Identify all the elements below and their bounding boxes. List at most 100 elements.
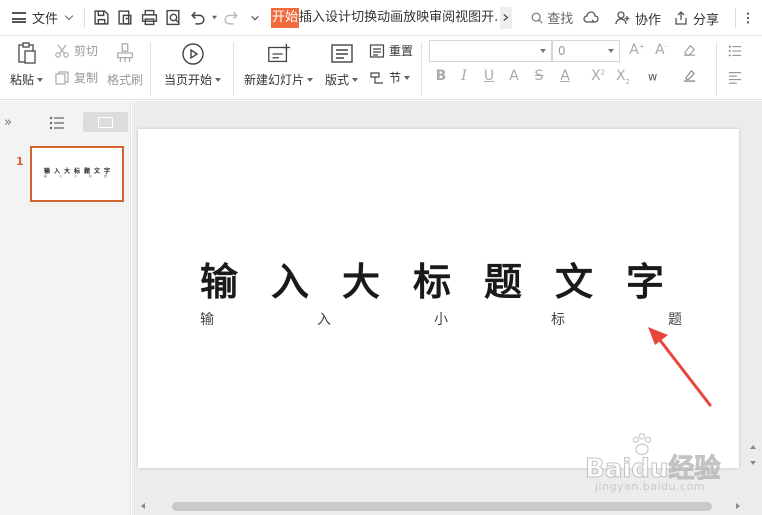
- play-circle-icon: [181, 43, 204, 65]
- tab-insert[interactable]: 插入: [299, 8, 325, 28]
- redo-icon[interactable]: [220, 7, 242, 29]
- italic-icon[interactable]: I: [455, 68, 473, 84]
- search-box[interactable]: 查找: [530, 8, 573, 27]
- increase-font-icon[interactable]: A+: [628, 42, 646, 58]
- scroll-down-icon[interactable]: [750, 461, 756, 465]
- new-slide-button[interactable]: 新建幻灯片: [244, 42, 314, 88]
- play-from-current-label: 当页开始: [164, 71, 222, 88]
- chevron-down-icon[interactable]: [210, 7, 218, 29]
- layout-icon: [330, 44, 353, 63]
- bullet-list-icon[interactable]: [726, 44, 744, 62]
- file-menu-label: 文件: [32, 12, 59, 27]
- reset-label: 重置: [389, 44, 414, 58]
- collaborate-button[interactable]: 协作: [615, 9, 661, 28]
- font-color-icon[interactable]: A: [556, 68, 574, 84]
- font-size-dropdown[interactable]: 0: [552, 40, 620, 62]
- share-icon: [675, 11, 687, 25]
- export-pdf-icon[interactable]: [114, 7, 136, 29]
- cloud-sync-button[interactable]: [583, 10, 603, 26]
- bold-icon[interactable]: B: [432, 68, 450, 84]
- copy-button[interactable]: 复制: [54, 69, 98, 86]
- reset-icon: [369, 43, 385, 58]
- layout-button[interactable]: 版式: [325, 42, 359, 88]
- divider: [233, 42, 234, 96]
- tab-developer[interactable]: 开.: [481, 8, 498, 28]
- tab-design[interactable]: 设计: [325, 8, 351, 28]
- thumbnail-subtitle: 输入小标题: [44, 174, 120, 178]
- paste-label: 粘贴: [10, 71, 44, 88]
- scroll-left-icon[interactable]: [141, 503, 145, 509]
- superscript-icon[interactable]: X2: [589, 68, 607, 84]
- font-size-value: 0: [558, 44, 566, 58]
- cut-button[interactable]: 剪切: [54, 42, 98, 59]
- new-slide-label: 新建幻灯片: [244, 71, 314, 88]
- vertical-scrollbar[interactable]: [744, 101, 762, 497]
- slide-number: 1: [16, 155, 24, 168]
- highlight-color-icon[interactable]: [680, 68, 698, 87]
- divider: [716, 42, 717, 96]
- slide-view-icon: [98, 116, 113, 128]
- more-options-button[interactable]: [746, 11, 754, 25]
- share-label: 分享: [692, 12, 719, 28]
- print-icon[interactable]: [138, 7, 160, 29]
- layout-label: 版式: [325, 71, 359, 88]
- hamburger-icon: [12, 12, 26, 23]
- section-button[interactable]: 节: [369, 69, 411, 86]
- tab-transitions[interactable]: 切换: [351, 8, 377, 28]
- slides-view-button[interactable]: [83, 112, 128, 132]
- align-left-icon[interactable]: [726, 70, 744, 88]
- collapse-panel-icon[interactable]: »: [4, 115, 12, 130]
- baidu-watermark: Baidu经验 jingyan.baidu.com: [584, 433, 725, 500]
- new-slide-icon: [267, 43, 290, 63]
- more-vertical-icon: [746, 12, 750, 24]
- tab-view[interactable]: 视图: [455, 8, 481, 28]
- font-name-dropdown[interactable]: [429, 40, 552, 62]
- tab-animations[interactable]: 动画: [377, 8, 403, 28]
- strikethrough-icon[interactable]: S: [530, 68, 548, 84]
- outline-view-icon[interactable]: [48, 115, 66, 131]
- divider: [150, 42, 151, 96]
- section-label: 节: [389, 69, 411, 86]
- scroll-up-icon[interactable]: [750, 445, 756, 449]
- scroll-right-icon[interactable]: [736, 503, 740, 509]
- ribbon-tabs: 开始 插入 设计 切换 动画 放映 审阅 视图 开.: [271, 0, 513, 36]
- scrollbar-thumb[interactable]: [172, 502, 712, 511]
- customize-toolbar-icon[interactable]: [244, 7, 266, 29]
- tab-home[interactable]: 开始: [271, 7, 300, 28]
- text-outline-icon[interactable]: A: [505, 68, 523, 84]
- watermark-sub-text: jingyan.baidu.com: [595, 480, 706, 493]
- slide-panel: » 1 输入大标题文字 输入小标题: [0, 101, 131, 515]
- decrease-font-icon[interactable]: A-: [652, 42, 670, 58]
- chevron-down-icon: [64, 11, 74, 21]
- copy-label: 复制: [74, 71, 99, 85]
- file-menu[interactable]: 文件: [0, 0, 80, 36]
- phonetic-guide-icon[interactable]: w: [646, 68, 664, 87]
- format-painter-label: 格式刷: [107, 73, 144, 87]
- print-preview-icon[interactable]: [162, 7, 184, 29]
- slide[interactable]: 输入大标题文字 输入小标题: [138, 129, 739, 468]
- search-icon: [531, 12, 543, 24]
- search-label: 查找: [547, 12, 574, 27]
- undo-icon[interactable]: [186, 7, 208, 29]
- collaborate-label: 协作: [634, 12, 661, 28]
- scissors-icon: [55, 44, 69, 58]
- clear-format-icon[interactable]: [680, 42, 698, 61]
- subscript-icon[interactable]: X2: [614, 68, 632, 86]
- paste-button[interactable]: 粘贴: [10, 40, 44, 88]
- ribbon: 粘贴 剪切 复制 格式刷 当页开始 新建幻灯片 版式 重置 节 0 A+ A- …: [0, 36, 762, 100]
- reset-button[interactable]: 重置: [369, 42, 413, 59]
- red-arrow-annotation: [648, 327, 712, 407]
- cut-label: 剪切: [74, 44, 99, 58]
- save-icon[interactable]: [90, 7, 112, 29]
- share-button[interactable]: 分享: [673, 9, 719, 28]
- section-icon: [370, 71, 383, 84]
- tabs-more-button[interactable]: [500, 6, 513, 29]
- slide-thumbnail[interactable]: 输入大标题文字 输入小标题: [30, 146, 124, 202]
- format-painter-button[interactable]: 格式刷: [107, 40, 143, 88]
- tab-slideshow[interactable]: 放映: [403, 8, 429, 28]
- tab-review[interactable]: 审阅: [429, 8, 455, 28]
- underline-icon[interactable]: U: [480, 68, 498, 84]
- chevron-right-icon: [503, 14, 509, 21]
- clipboard-icon: [17, 42, 36, 64]
- play-from-current-button[interactable]: 当页开始: [164, 42, 222, 88]
